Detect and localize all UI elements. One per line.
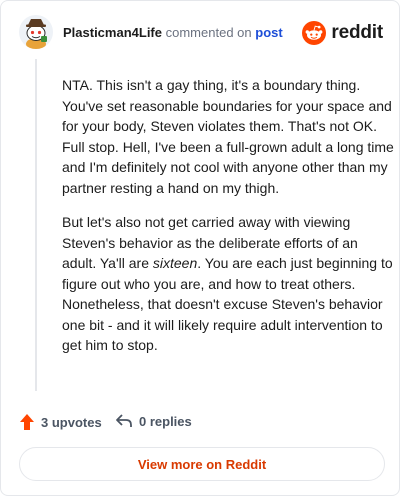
reply-arrow-icon (116, 414, 132, 427)
comment-paragraph-1: NTA. This isn't a gay thing, it's a boun… (62, 77, 394, 196)
commented-on-text: commented on (165, 25, 252, 40)
reddit-brand[interactable]: reddit (302, 20, 383, 46)
reddit-logo-icon (302, 21, 327, 45)
p2-emphasis: sixteen (152, 255, 198, 271)
comment-meta: Plasticman4Life commented on post (63, 25, 283, 41)
avatar[interactable] (19, 15, 53, 49)
upvotes-count: 3 upvotes (41, 414, 102, 430)
post-link[interactable]: post (255, 25, 282, 40)
reddit-wordmark: reddit (331, 22, 383, 43)
replies-count: 0 replies (139, 413, 192, 429)
comment-footer: 3 upvotes 0 replies (19, 413, 381, 435)
comment-body: NTA. This isn't a gay thing, it's a boun… (62, 75, 394, 356)
comment-paragraph-2: But let's also not get carried away with… (62, 212, 394, 356)
replies-stat[interactable]: 0 replies (115, 413, 192, 429)
view-more-button[interactable]: View more on Reddit (19, 447, 385, 481)
username-link[interactable]: Plasticman4Life (63, 25, 162, 40)
thread-rail (35, 59, 37, 391)
comment-header: Plasticman4Life commented on post reddit (19, 15, 385, 51)
upvote-arrow-icon (20, 414, 34, 430)
upvotes-stat[interactable]: 3 upvotes (19, 413, 102, 431)
snoo-avatar-icon (19, 15, 53, 49)
embedded-comment-card: Plasticman4Life commented on post reddit… (0, 0, 400, 496)
